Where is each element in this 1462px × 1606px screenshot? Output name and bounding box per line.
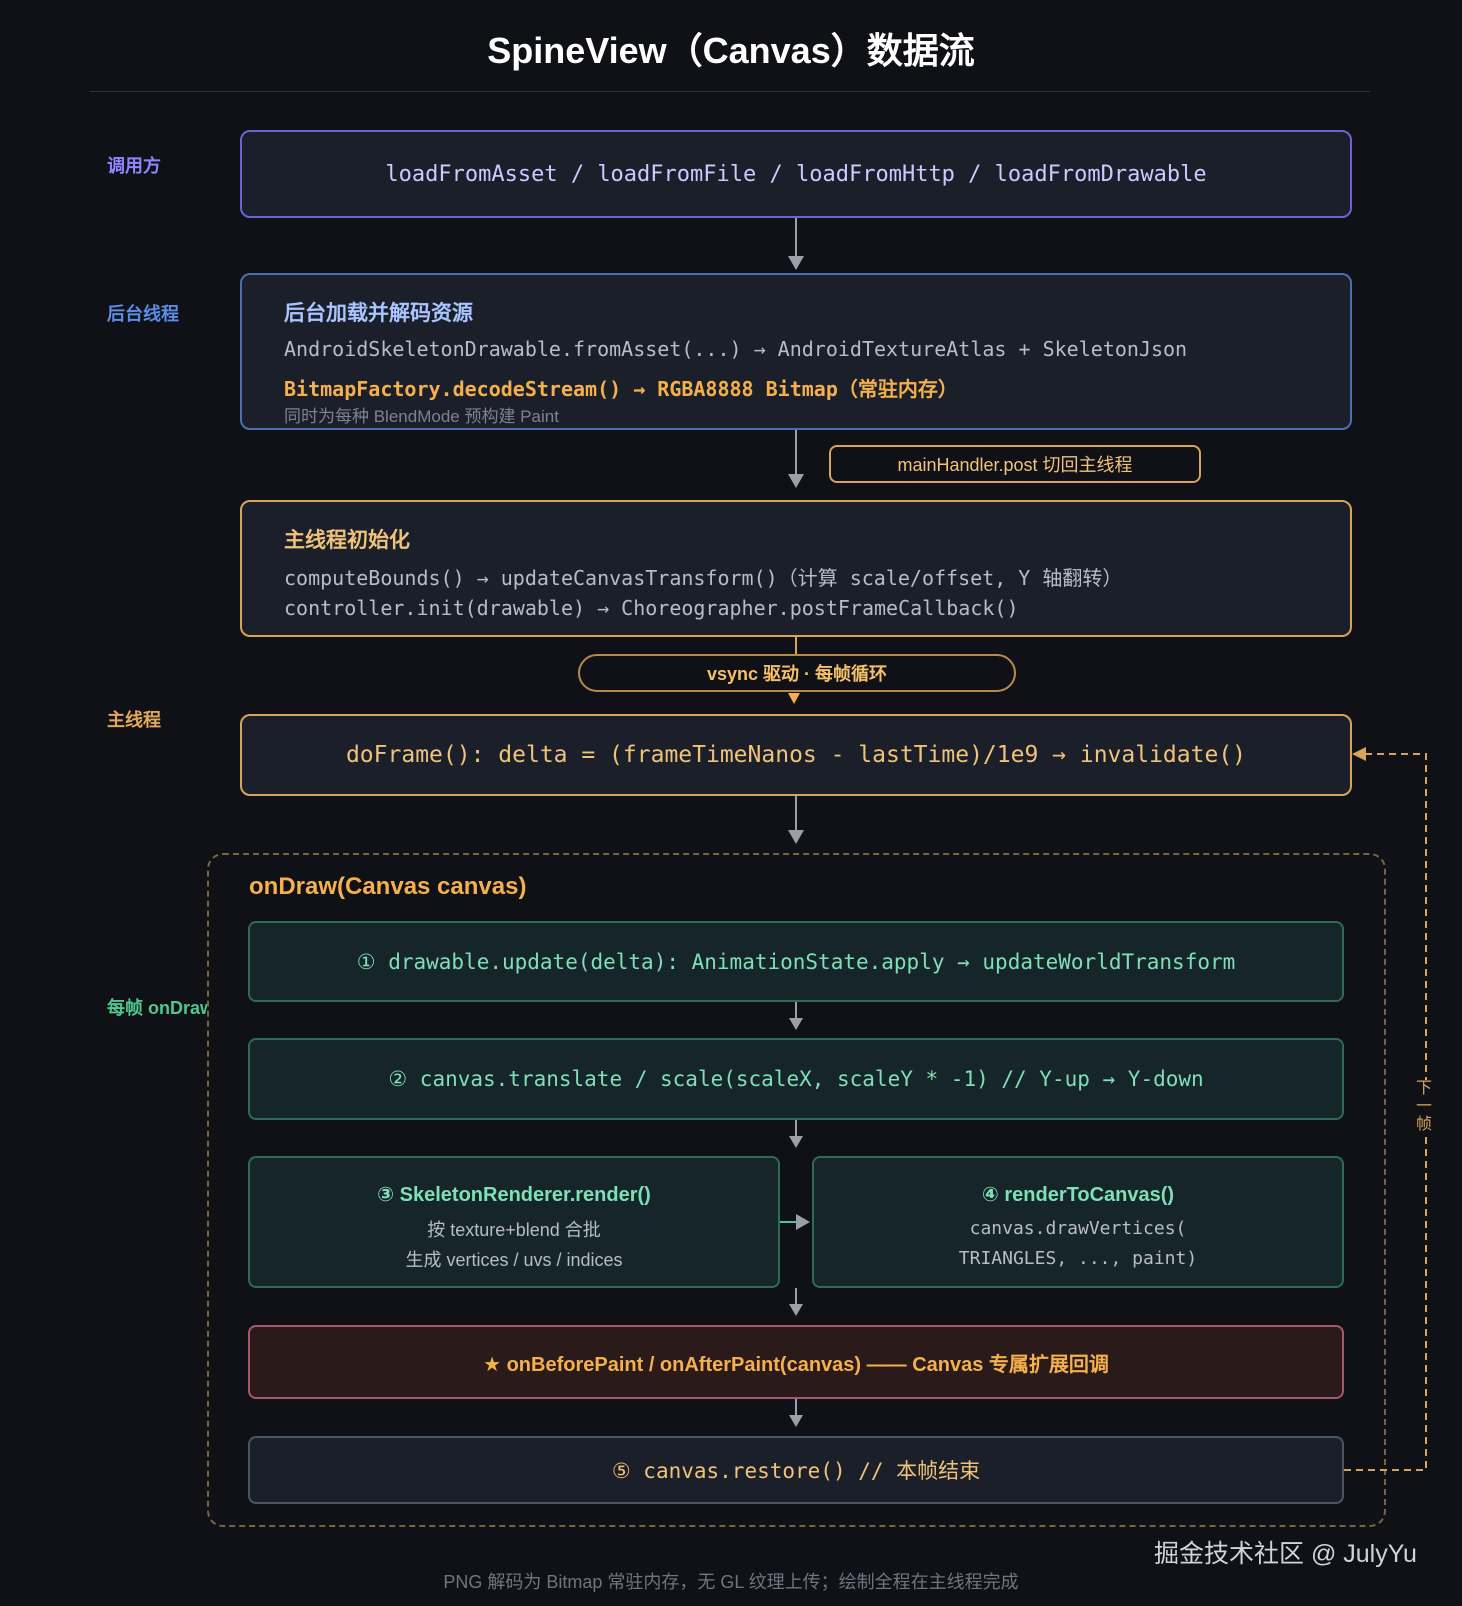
- arrow-line: [795, 1399, 797, 1415]
- background-box-line1: AndroidSkeletonDrawable.fromAsset(...) →…: [284, 337, 1188, 361]
- background-load-box: 后台加载并解码资源 AndroidSkeletonDrawable.fromAs…: [240, 273, 1352, 430]
- step4-line1: canvas.drawVertices(: [969, 1218, 1187, 1239]
- arrow-head: [788, 693, 800, 704]
- arrow-line: [795, 1288, 797, 1304]
- background-box-heading: 后台加载并解码资源: [284, 302, 473, 325]
- arrow-head: [788, 256, 804, 270]
- doframe-box: doFrame(): delta = (frameTimeNanos - las…: [240, 714, 1352, 796]
- main-handler-label-text: mainHandler.post 切回主线程: [897, 455, 1133, 475]
- caller-box-text: loadFromAsset / loadFromFile / loadFromH…: [385, 161, 1207, 187]
- step4-line2: TRIANGLES, ..., paint): [958, 1248, 1198, 1269]
- arrow-line: [795, 218, 797, 256]
- arrow-head: [788, 830, 804, 844]
- footer-note: PNG 解码为 Bitmap 常驻内存，无 GL 纹理上传；绘制全程在主线程完成: [443, 1572, 1019, 1592]
- ondraw-title: onDraw(Canvas canvas): [249, 873, 527, 900]
- step2-text: ② canvas.translate / scale(scaleX, scale…: [388, 1067, 1204, 1091]
- page-title: SpineView（Canvas）数据流: [487, 30, 975, 71]
- lane-label-background: 后台线程: [107, 304, 179, 324]
- arrow-head: [796, 1214, 810, 1230]
- background-box-line2: BitmapFactory.decodeStream() → RGBA8888 …: [284, 377, 958, 401]
- main-handler-label: mainHandler.post 切回主线程: [829, 445, 1201, 483]
- arrow-line: [795, 1002, 797, 1018]
- step5-text: ⑤ canvas.restore() // 本帧结束: [611, 1459, 981, 1483]
- arrow-line: [795, 637, 797, 655]
- paint-hook-box: ★ onBeforePaint / onAfterPaint(canvas) —…: [248, 1325, 1344, 1399]
- arrow-line: [795, 796, 797, 830]
- arrow-head: [789, 1136, 803, 1148]
- step3-render-box: ③ SkeletonRenderer.render() 按 texture+bl…: [248, 1156, 780, 1288]
- arrow-head: [789, 1415, 803, 1427]
- step5-restore-box: ⑤ canvas.restore() // 本帧结束: [248, 1436, 1344, 1504]
- arrow-head: [789, 1304, 803, 1316]
- lane-label-main: 主线程: [107, 710, 161, 730]
- step2-transform-box: ② canvas.translate / scale(scaleX, scale…: [248, 1038, 1344, 1120]
- lane-label-per-frame: 每帧 onDraw: [107, 998, 207, 1018]
- step4-render-to-canvas-box: ④ renderToCanvas() canvas.drawVertices( …: [812, 1156, 1344, 1288]
- step3-heading: ③ SkeletonRenderer.render(): [377, 1184, 651, 1206]
- arrow-line: [795, 430, 797, 474]
- lane-label-caller: 调用方: [107, 156, 161, 176]
- arrow-head: [788, 474, 804, 488]
- step1-update-box: ① drawable.update(delta): AnimationState…: [248, 921, 1344, 1002]
- background-box-line3: 同时为每种 BlendMode 预构建 Paint: [284, 407, 559, 426]
- watermark: 掘金技术社区 @ JulyYu: [1154, 1540, 1417, 1568]
- next-frame-label: 下一帧: [1413, 1080, 1435, 1134]
- step4-heading: ④ renderToCanvas(): [981, 1184, 1175, 1206]
- main-init-heading: 主线程初始化: [284, 529, 410, 552]
- caller-box: loadFromAsset / loadFromFile / loadFromH…: [240, 130, 1352, 218]
- doframe-text: doFrame(): delta = (frameTimeNanos - las…: [345, 742, 1247, 768]
- vsync-label: vsync 驱动 · 每帧循环: [578, 654, 1016, 692]
- step3-line1: 按 texture+blend 合批: [427, 1220, 601, 1240]
- title-divider: [90, 91, 1370, 92]
- main-init-line2: controller.init(drawable) → Choreographe…: [284, 596, 1019, 620]
- vsync-label-text: vsync 驱动 · 每帧循环: [706, 664, 888, 684]
- step1-text: ① drawable.update(delta): AnimationState…: [356, 949, 1236, 974]
- main-init-line1: computeBounds() → updateCanvasTransform(…: [284, 566, 1123, 590]
- arrow-line: [795, 1120, 797, 1136]
- step3-line2: 生成 vertices / uvs / indices: [405, 1250, 623, 1270]
- arrow-head: [789, 1018, 803, 1030]
- paint-hook-text: ★ onBeforePaint / onAfterPaint(canvas) —…: [483, 1353, 1109, 1376]
- main-init-box: 主线程初始化 computeBounds() → updateCanvasTra…: [240, 500, 1352, 637]
